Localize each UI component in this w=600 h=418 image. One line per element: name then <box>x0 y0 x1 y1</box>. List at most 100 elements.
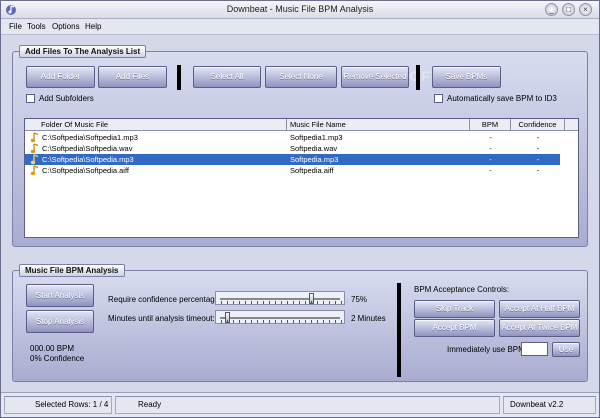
slider-tick <box>323 301 324 304</box>
slider-tick <box>329 320 330 323</box>
file-list-header: Folder Of Music File Music File Name BPM… <box>25 119 578 131</box>
row-bpm: - <box>489 166 492 175</box>
accept-twice-bpm-button[interactable]: Accept At Twice BPM <box>499 319 580 337</box>
table-row[interactable]: C:\Softpedia\Softpedia.wav Softpedia.wav… <box>25 143 578 154</box>
immediate-bpm-input[interactable] <box>521 342 548 356</box>
slider-tick <box>239 301 240 304</box>
slider-tick <box>233 301 234 304</box>
row-bpm: - <box>489 155 492 164</box>
music-note-icon <box>30 132 40 143</box>
accept-half-bpm-button[interactable]: Accept At Half BPM <box>499 300 580 318</box>
table-row[interactable]: C:\Softpedia\Softpedia.aiff Softpedia.ai… <box>25 165 578 176</box>
menu-options[interactable]: Options <box>52 22 80 31</box>
slider-tick <box>251 320 252 323</box>
column-file-name[interactable]: Music File Name <box>287 119 470 131</box>
column-folder[interactable]: Folder Of Music File <box>25 119 287 131</box>
status-bar: Selected Rows: 1 / 4 Ready Downbeat v2.2 <box>1 392 599 417</box>
save-bpms-button[interactable]: Save BPMs <box>432 66 501 88</box>
row-folder: C:\Softpedia\Softpedia.mp3 <box>42 155 134 164</box>
auto-save-checkbox[interactable] <box>434 94 443 103</box>
slider-tick <box>299 320 300 323</box>
slider-tick <box>227 301 228 304</box>
slider-tick <box>275 301 276 304</box>
row-folder: C:\Softpedia\Softpedia.aiff <box>42 166 130 175</box>
slider-tick <box>221 320 222 323</box>
row-confidence: - <box>536 144 540 153</box>
confidence-slider-groove <box>220 298 340 300</box>
skip-track-button[interactable]: Skip Track <box>414 300 495 318</box>
slider-tick <box>275 320 276 323</box>
slider-tick <box>329 301 330 304</box>
select-none-button[interactable]: Select None <box>265 66 337 88</box>
select-all-button[interactable]: Select All <box>193 66 261 88</box>
menu-help[interactable]: Help <box>85 22 101 31</box>
status-selected-rows: Selected Rows: 1 / 4 <box>4 396 112 414</box>
table-row-selected[interactable]: C:\Softpedia\Softpedia.mp3 Softpedia.mp3… <box>25 154 560 165</box>
slider-tick <box>323 320 324 323</box>
row-file-name: Softpedia.mp3 <box>290 155 339 164</box>
slider-tick <box>305 301 306 304</box>
slider-tick <box>221 301 222 304</box>
slider-tick <box>245 301 246 304</box>
confidence-slider[interactable] <box>215 291 345 305</box>
slider-tick <box>311 320 312 323</box>
slider-tick <box>287 320 288 323</box>
music-note-icon <box>30 143 40 154</box>
row-folder: C:\Softpedia\Softpedia1.mp3 <box>42 133 138 142</box>
status-version: Downbeat v2.2 <box>503 396 596 414</box>
start-analysis-button[interactable]: Start Analysis <box>26 284 94 307</box>
file-list[interactable]: Folder Of Music File Music File Name BPM… <box>24 118 579 238</box>
row-file-name: Softpedia.aiff <box>290 166 334 175</box>
remove-selected-button[interactable]: Remove Selected <box>341 66 409 88</box>
slider-tick <box>263 301 264 304</box>
slider-tick <box>269 301 270 304</box>
slider-tick <box>287 301 288 304</box>
menu-bar: File Tools Options Help <box>1 19 599 35</box>
slider-tick <box>293 301 294 304</box>
timeout-slider[interactable] <box>215 310 345 324</box>
menu-file[interactable]: File <box>9 22 22 31</box>
table-row[interactable]: C:\Softpedia\Softpedia1.mp3 Softpedia1.m… <box>25 132 578 143</box>
row-bpm: - <box>489 133 492 142</box>
confidence-readout: 0% Confidence <box>30 354 85 363</box>
slider-tick <box>233 320 234 323</box>
timeout-slider-label: Minutes until analysis timeout: <box>108 314 215 323</box>
row-folder: C:\Softpedia\Softpedia.wav <box>42 144 133 153</box>
analysis-separator <box>397 283 401 377</box>
close-button[interactable]: × <box>579 3 592 16</box>
minimize-button[interactable]: _ <box>545 3 558 16</box>
slider-tick <box>239 320 240 323</box>
row-file-name: Softpedia.wav <box>290 144 338 153</box>
add-folder-button[interactable]: Add Folder <box>26 66 95 88</box>
music-note-icon <box>30 165 40 176</box>
accept-bpm-button[interactable]: Accept BPM <box>414 319 495 337</box>
menu-tools[interactable]: Tools <box>27 22 46 31</box>
maximize-button[interactable]: □ <box>562 3 575 16</box>
use-bpm-button[interactable]: Use <box>552 342 580 357</box>
status-state: Ready <box>115 396 500 414</box>
column-confidence[interactable]: Confidence <box>511 119 565 131</box>
slider-tick <box>293 320 294 323</box>
slider-tick <box>281 320 282 323</box>
slider-tick <box>317 301 318 304</box>
slider-tick <box>317 320 318 323</box>
confidence-slider-value: 75% <box>351 295 368 304</box>
add-files-frame-title: Add Files To The Analysis List <box>19 45 147 58</box>
acceptance-heading: BPM Acceptance Controls: <box>414 285 510 294</box>
slider-tick <box>269 320 270 323</box>
slider-tick <box>311 301 312 304</box>
slider-tick <box>227 320 228 323</box>
add-subfolders-checkbox[interactable] <box>26 94 35 103</box>
row-confidence: - <box>536 155 540 164</box>
main-window: Downbeat - Music File BPM Analysis _ □ ×… <box>0 0 600 418</box>
timeout-slider-groove <box>220 317 340 319</box>
add-files-button[interactable]: Add Files <box>98 66 167 88</box>
timeout-slider-value: 2 Minutes <box>351 314 386 323</box>
slider-tick <box>305 320 306 323</box>
slider-tick <box>251 301 252 304</box>
column-bpm[interactable]: BPM <box>470 119 511 131</box>
slider-tick <box>299 301 300 304</box>
slider-tick <box>341 320 342 323</box>
row-confidence: - <box>536 133 540 142</box>
stop-analysis-button[interactable]: Stop Analysis <box>26 310 94 333</box>
